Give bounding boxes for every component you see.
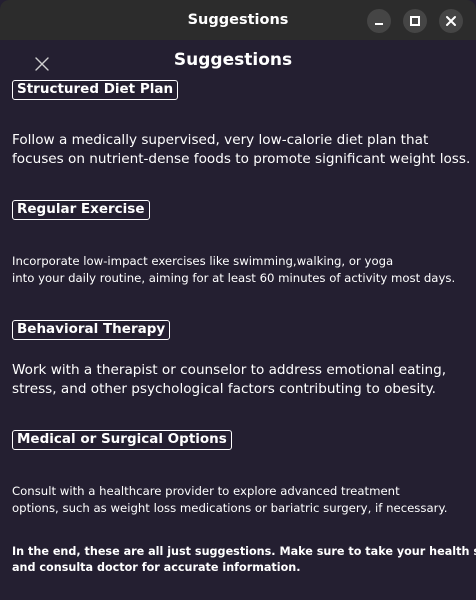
disclaimer-footer: In the end, these are all just suggestio… — [12, 544, 476, 576]
section-heading-behavioral-therapy: Behavioral Therapy — [12, 320, 171, 340]
close-icon — [446, 16, 456, 26]
section-heading-exercise: Regular Exercise — [12, 200, 150, 220]
suggestions-window: Suggestions Suggestions Structured Diet … — [0, 0, 476, 600]
text-line: focuses on nutrient-dense foods to promo… — [12, 151, 471, 167]
text-line: stress, and other psychological factors … — [12, 381, 437, 397]
maximize-icon — [410, 16, 420, 26]
text-line: Consult with a healthcare provider to ex… — [12, 484, 400, 498]
text-line: into your daily routine, aiming for at l… — [12, 271, 456, 285]
section-text-diet-plan: Follow a medically supervised, very low-… — [12, 131, 470, 169]
text-line: Work with a therapist or counselor to ad… — [12, 362, 447, 378]
text-line: options, such as weight loss medications… — [12, 501, 448, 515]
footer-line: In the end, these are all just suggestio… — [12, 545, 476, 558]
minimize-icon — [375, 23, 383, 25]
footer-line: and consulta doctor for accurate informa… — [12, 561, 301, 574]
section-heading-diet-plan: Structured Diet Plan — [12, 80, 179, 100]
dialog-title: Suggestions — [173, 50, 293, 70]
section-heading-medical-options: Medical or Surgical Options — [12, 430, 232, 450]
maximize-button[interactable] — [403, 9, 427, 33]
text-line: Incorporate low-impact exercises like sw… — [12, 254, 394, 268]
text-line: Follow a medically supervised, very low-… — [12, 132, 429, 148]
section-text-behavioral-therapy: Work with a therapist or counselor to ad… — [12, 361, 446, 399]
section-text-exercise: Incorporate low-impact exercises like sw… — [12, 253, 455, 287]
close-window-button[interactable] — [439, 9, 463, 33]
section-text-medical-options: Consult with a healthcare provider to ex… — [12, 483, 447, 517]
title-bar[interactable]: Suggestions — [0, 0, 476, 40]
minimize-button[interactable] — [367, 9, 391, 33]
